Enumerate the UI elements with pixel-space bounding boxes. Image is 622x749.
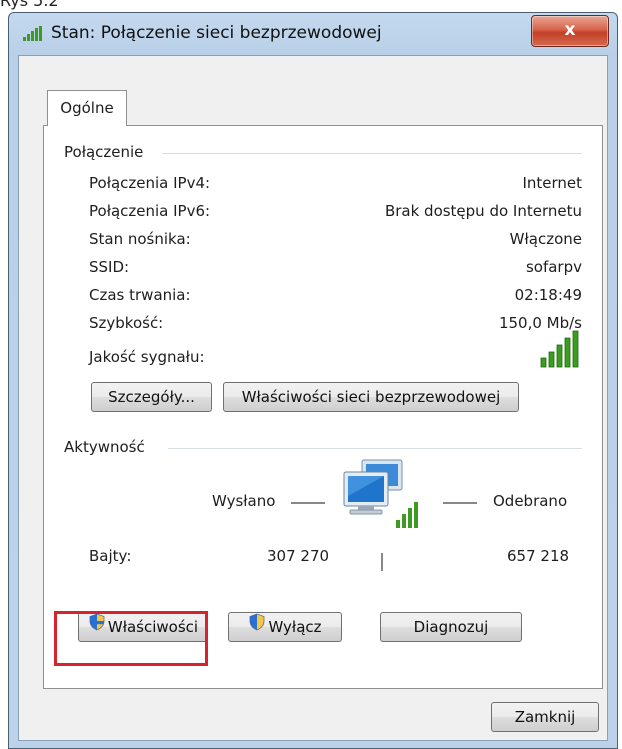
tab-panel-general: Połączenie Połączenia IPv4: Internet Poł…: [43, 125, 603, 689]
close-button[interactable]: Zamknij: [491, 702, 599, 732]
network-computers-icon: [340, 458, 430, 538]
ssid-value: sofarpv: [525, 258, 582, 276]
bytes-received-value: 657 218: [507, 547, 570, 565]
media-state-label: Stan nośnika:: [89, 230, 191, 248]
figure-caption: Rys 5.2: [0, 0, 59, 10]
ssid-label: SSID:: [89, 258, 130, 276]
signal-strength-icon: [540, 330, 580, 372]
media-state-value: Włączone: [509, 230, 582, 248]
sent-line: [291, 502, 325, 504]
diagnose-button[interactable]: Diagnozuj: [380, 612, 522, 642]
tab-general[interactable]: Ogólne: [47, 90, 127, 126]
ipv4-value: Internet: [522, 174, 582, 192]
window-title: Stan: Połączenie sieci bezprzewodowej: [51, 23, 382, 43]
wifi-signal-icon: [23, 26, 45, 46]
duration-value: 02:18:49: [514, 286, 582, 304]
received-label: Odebrano: [493, 492, 568, 510]
activity-group-divider: [168, 448, 582, 449]
ipv4-label: Połączenia IPv4:: [89, 174, 211, 192]
speed-label: Szybkość:: [89, 314, 164, 332]
connection-group-header: Połączenie: [64, 143, 144, 161]
details-button[interactable]: Szczegóły...: [91, 382, 212, 412]
ipv6-label: Połączenia IPv6:: [89, 202, 211, 220]
bytes-label: Bajty:: [89, 547, 132, 565]
received-line: [443, 502, 477, 504]
duration-label: Czas trwania:: [89, 286, 191, 304]
activity-group-header: Aktywność: [64, 438, 145, 456]
uac-shield-icon: [248, 612, 266, 640]
signal-quality-label: Jakość sygnału:: [89, 348, 205, 366]
activity-divider: [381, 553, 383, 571]
sent-label: Wysłano: [212, 492, 276, 510]
highlight-frame: [54, 611, 208, 666]
close-window-button[interactable]: x: [531, 15, 609, 47]
disable-button[interactable]: Wyłącz: [228, 612, 342, 642]
ipv6-value: Brak dostępu do Internetu: [384, 202, 582, 220]
title-bar[interactable]: Stan: Połączenie sieci bezprzewodowej x: [9, 13, 617, 55]
wireless-properties-button[interactable]: Właściwości sieci bezprzewodowej: [223, 382, 519, 412]
bytes-sent-value: 307 270: [267, 547, 330, 565]
connection-group-divider: [162, 153, 582, 154]
disable-button-label: Wyłącz: [268, 618, 322, 636]
